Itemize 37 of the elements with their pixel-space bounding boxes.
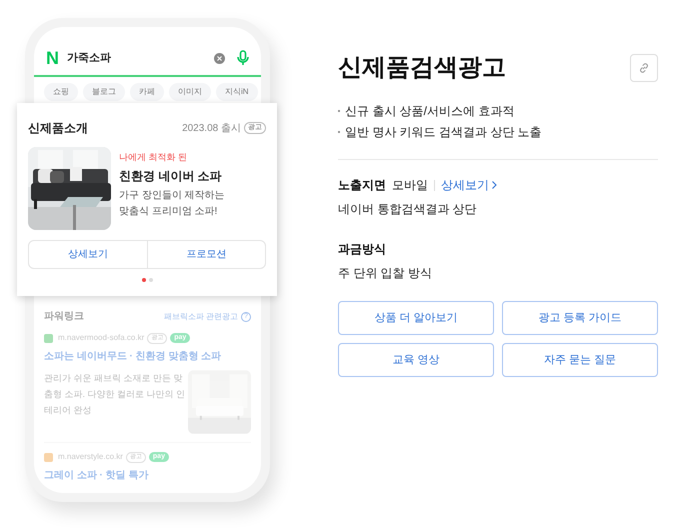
link-button[interactable]	[630, 54, 658, 82]
field-value: 모바일	[392, 177, 428, 194]
site-icon	[44, 334, 53, 342]
action-button[interactable]: 상품 더 알아보기	[338, 301, 494, 335]
search-bar[interactable]: N 가죽소파	[34, 27, 261, 77]
filter-chip[interactable]: 쇼핑	[44, 83, 78, 101]
card-button[interactable]: 상세보기	[29, 241, 146, 268]
bullet-text: 신규 출시 상품/서비스에 효과적	[345, 103, 514, 120]
tagline: 나에게 최적화 된	[119, 151, 188, 164]
logo: N	[46, 49, 59, 67]
filter-chip[interactable]: 이미지	[169, 83, 211, 101]
product-name: 친환경 네이버 소파	[119, 168, 223, 184]
site-icon	[44, 452, 53, 462]
card-title: 신제품소개	[28, 120, 88, 137]
details-link[interactable]: 상세보기	[441, 176, 489, 194]
section-title: 파워링크	[44, 310, 84, 324]
bullet-text: 일반 명사 키워드 검색결과 상단 노출	[345, 124, 542, 141]
field-label: 노출지면	[338, 177, 386, 194]
field-value: 네이버 통합검색결과 상단	[338, 201, 478, 218]
chevron-right-icon	[492, 181, 497, 189]
search-query: 가죽소파	[67, 50, 111, 66]
action-button[interactable]: 광고 등록 가이드	[502, 301, 658, 335]
page-title: 신제품검색광고	[338, 53, 506, 83]
clear-icon[interactable]	[214, 52, 225, 64]
ad-description: 관리가 쉬운 패브릭 소재로 만든 맞춤형 소파. 다양한 컬러로 나만의 인테리어 완성	[44, 372, 186, 417]
field-label: 과금방식	[338, 241, 387, 258]
action-button[interactable]: 교육 영상	[338, 343, 494, 377]
card-button[interactable]: 프로모션	[146, 241, 265, 268]
release-date: 2023.08 출시	[182, 122, 241, 136]
filter-chip[interactable]: 지식iN	[216, 83, 258, 101]
filter-chip[interactable]: 블로그	[83, 83, 125, 101]
field-value: 주 단위 입찰 방식	[338, 265, 434, 282]
action-button[interactable]: 자주 묻는 질문	[502, 343, 658, 377]
microphone-icon[interactable]	[237, 50, 249, 66]
link-icon	[638, 62, 650, 74]
filter-chip[interactable]: 카페	[130, 83, 164, 101]
product-description: 가구 장인들이 제작하는 맞춤식 프리미엄 소파!	[119, 188, 226, 218]
